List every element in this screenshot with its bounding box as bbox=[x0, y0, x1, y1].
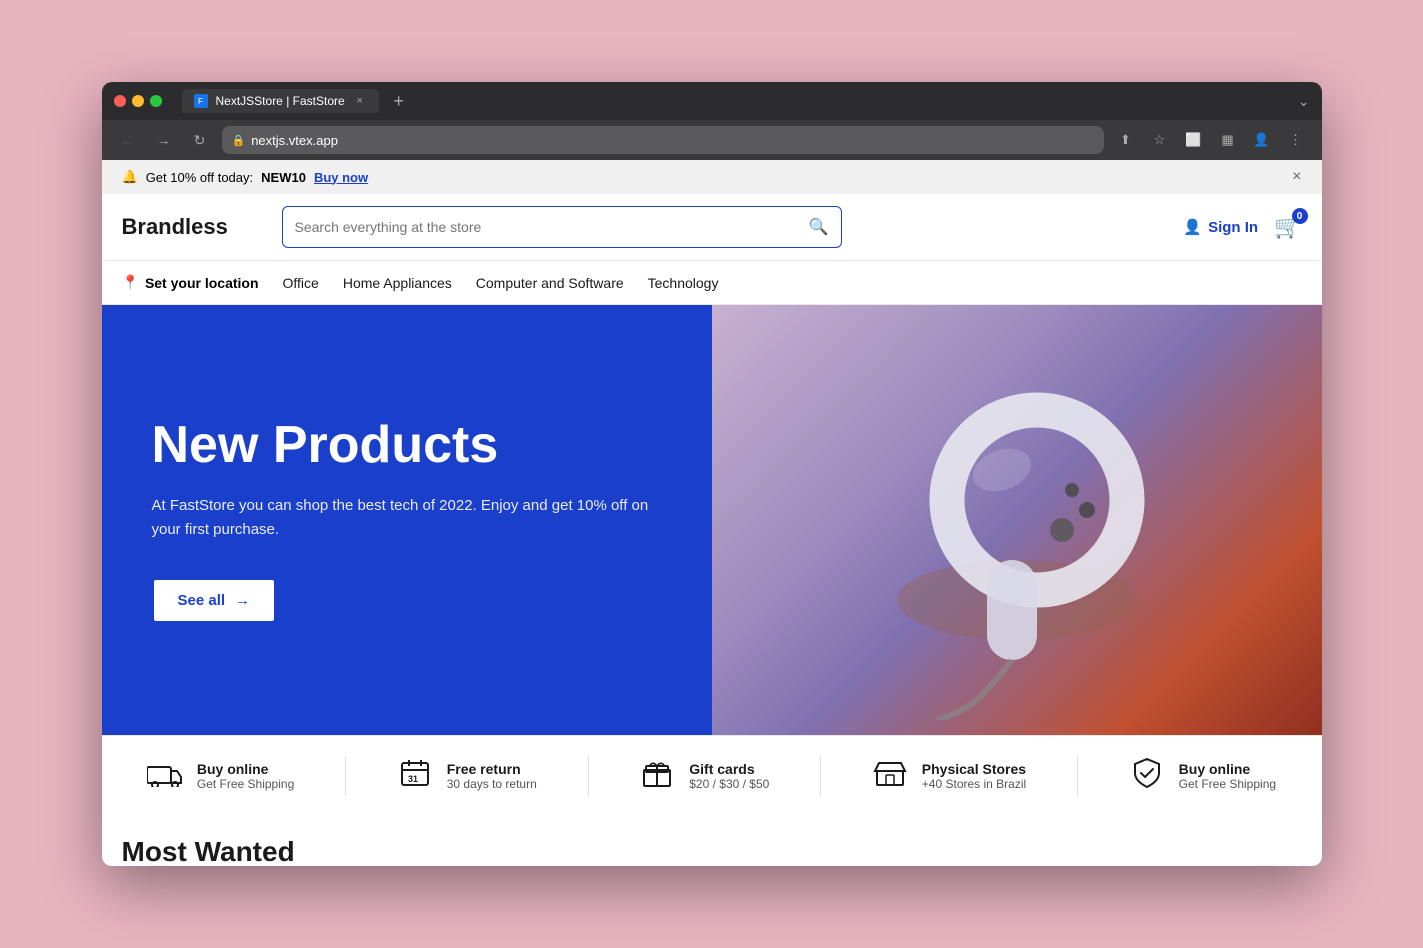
calendar-icon: 31 bbox=[397, 758, 433, 795]
announcement-left: 🔔 Get 10% off today: NEW10 Buy now bbox=[122, 169, 369, 185]
location-pin-icon: 📍 bbox=[122, 274, 139, 291]
next-section-title: Most Wanted bbox=[122, 836, 295, 866]
location-label: Set your location bbox=[145, 275, 259, 291]
fullscreen-button[interactable] bbox=[150, 95, 162, 107]
product-image-svg bbox=[817, 320, 1217, 720]
announcement-close-button[interactable]: × bbox=[1292, 168, 1301, 186]
traffic-lights bbox=[114, 95, 162, 107]
toolbar-icons: ⬆ ☆ ⬜ ▦ 👤 ⋮ bbox=[1112, 126, 1310, 154]
tab-title: NextJSStore | FastStore bbox=[216, 94, 345, 108]
profile-icon[interactable]: 👤 bbox=[1248, 126, 1276, 154]
feature-title-physical-stores: Physical Stores bbox=[922, 761, 1026, 777]
signin-button[interactable]: 👤 Sign In bbox=[1183, 218, 1258, 236]
nav-item-computer[interactable]: Computer and Software bbox=[476, 263, 624, 303]
search-icon[interactable]: 🔍 bbox=[809, 217, 829, 237]
forward-button[interactable]: → bbox=[150, 126, 178, 154]
hero-title: New Products bbox=[152, 417, 662, 474]
announcement-prefix: Get 10% off today: bbox=[146, 170, 253, 185]
nav-item-technology[interactable]: Technology bbox=[648, 263, 719, 303]
feature-divider-1 bbox=[345, 756, 346, 796]
search-bar[interactable]: 🔍 bbox=[282, 206, 842, 248]
url-text: nextjs.vtex.app bbox=[251, 133, 1093, 148]
browser-toolbar: ← → ↻ 🔒 nextjs.vtex.app ⬆ ☆ ⬜ ▦ 👤 ⋮ bbox=[102, 120, 1322, 160]
feature-divider-2 bbox=[588, 756, 589, 796]
share-icon[interactable]: ⬆ bbox=[1112, 126, 1140, 154]
feature-text-physical-stores: Physical Stores +40 Stores in Brazil bbox=[922, 761, 1026, 791]
cart-button[interactable]: 🛒 0 bbox=[1274, 214, 1301, 240]
hero-image bbox=[712, 305, 1322, 735]
site-nav: 📍 Set your location Office Home Applianc… bbox=[102, 261, 1322, 305]
feature-divider-4 bbox=[1077, 756, 1078, 796]
feature-subtitle-physical-stores: +40 Stores in Brazil bbox=[922, 777, 1026, 791]
back-button[interactable]: ← bbox=[114, 126, 142, 154]
reload-button[interactable]: ↻ bbox=[186, 126, 214, 154]
feature-text-gift-cards: Gift cards $20 / $30 / $50 bbox=[689, 761, 769, 791]
feature-item-buy-online-2: Buy online Get Free Shipping bbox=[1129, 757, 1276, 796]
feature-item-gift-cards: Gift cards $20 / $30 / $50 bbox=[639, 758, 769, 795]
feature-subtitle-buy-online-1: Get Free Shipping bbox=[197, 777, 294, 791]
browser-tab[interactable]: F NextJSStore | FastStore × bbox=[182, 89, 379, 113]
cart-badge: 0 bbox=[1292, 208, 1308, 224]
tab-scroll-arrows[interactable]: ⌄ bbox=[1298, 93, 1310, 110]
announcement-bell-icon: 🔔 bbox=[122, 169, 138, 185]
see-all-button[interactable]: See all → bbox=[152, 578, 277, 623]
feature-text-buy-online-2: Buy online Get Free Shipping bbox=[1179, 761, 1276, 791]
nav-location[interactable]: 📍 Set your location bbox=[122, 274, 259, 291]
announcement-link[interactable]: Buy now bbox=[314, 170, 368, 185]
feature-title-gift-cards: Gift cards bbox=[689, 761, 769, 777]
shipping-icon bbox=[147, 759, 183, 794]
feature-subtitle-gift-cards: $20 / $30 / $50 bbox=[689, 777, 769, 791]
hero-section: New Products At FastStore you can shop t… bbox=[102, 305, 1322, 735]
announcement-code: NEW10 bbox=[261, 170, 306, 185]
feature-title-buy-online-2: Buy online bbox=[1179, 761, 1276, 777]
address-bar[interactable]: 🔒 nextjs.vtex.app bbox=[222, 126, 1104, 154]
shield-icon bbox=[1129, 757, 1165, 796]
feature-text-buy-online-1: Buy online Get Free Shipping bbox=[197, 761, 294, 791]
feature-bar: Buy online Get Free Shipping 31 Fre bbox=[102, 735, 1322, 816]
close-button[interactable] bbox=[114, 95, 126, 107]
search-input[interactable] bbox=[295, 219, 801, 235]
nav-item-office[interactable]: Office bbox=[283, 263, 319, 303]
nav-item-home-appliances[interactable]: Home Appliances bbox=[343, 263, 452, 303]
header-actions: 👤 Sign In 🛒 0 bbox=[1183, 214, 1301, 240]
tab-favicon: F bbox=[194, 94, 208, 108]
tab-close-button[interactable]: × bbox=[353, 94, 367, 108]
browser-window: F NextJSStore | FastStore × + ⌄ ← → ↻ 🔒 … bbox=[102, 82, 1322, 866]
lock-icon: 🔒 bbox=[232, 134, 246, 147]
feature-item-free-return: 31 Free return 30 days to return bbox=[397, 758, 537, 795]
store-icon bbox=[872, 759, 908, 794]
feature-item-physical-stores: Physical Stores +40 Stores in Brazil bbox=[872, 759, 1026, 794]
signin-label: Sign In bbox=[1208, 219, 1258, 236]
minimize-button[interactable] bbox=[132, 95, 144, 107]
new-tab-button[interactable]: + bbox=[387, 89, 411, 113]
feature-divider-3 bbox=[820, 756, 821, 796]
site-header: Brandless 🔍 👤 Sign In 🛒 0 bbox=[102, 194, 1322, 261]
feature-text-free-return: Free return 30 days to return bbox=[447, 761, 537, 791]
bookmark-icon[interactable]: ☆ bbox=[1146, 126, 1174, 154]
feature-title-free-return: Free return bbox=[447, 761, 537, 777]
extensions-icon[interactable]: ⬜ bbox=[1180, 126, 1208, 154]
hero-description: At FastStore you can shop the best tech … bbox=[152, 494, 662, 542]
browser-titlebar: F NextJSStore | FastStore × + ⌄ bbox=[102, 82, 1322, 120]
menu-icon[interactable]: ⋮ bbox=[1282, 126, 1310, 154]
see-all-arrow-icon: → bbox=[235, 592, 250, 609]
feature-title-buy-online-1: Buy online bbox=[197, 761, 294, 777]
announcement-bar: 🔔 Get 10% off today: NEW10 Buy now × bbox=[102, 160, 1322, 194]
feature-item-buy-online-1: Buy online Get Free Shipping bbox=[147, 759, 294, 794]
feature-subtitle-buy-online-2: Get Free Shipping bbox=[1179, 777, 1276, 791]
svg-text:31: 31 bbox=[408, 774, 418, 784]
hero-left: New Products At FastStore you can shop t… bbox=[102, 305, 712, 735]
page-content: 🔔 Get 10% off today: NEW10 Buy now × Bra… bbox=[102, 160, 1322, 866]
gift-icon bbox=[639, 758, 675, 795]
next-section: Most Wanted bbox=[102, 816, 1322, 866]
see-all-label: See all bbox=[178, 592, 226, 609]
site-logo[interactable]: Brandless bbox=[122, 214, 262, 240]
user-icon: 👤 bbox=[1183, 218, 1202, 236]
sidebar-icon[interactable]: ▦ bbox=[1214, 126, 1242, 154]
browser-tabs: F NextJSStore | FastStore × + bbox=[182, 89, 1290, 113]
feature-subtitle-free-return: 30 days to return bbox=[447, 777, 537, 791]
hero-right bbox=[712, 305, 1322, 735]
